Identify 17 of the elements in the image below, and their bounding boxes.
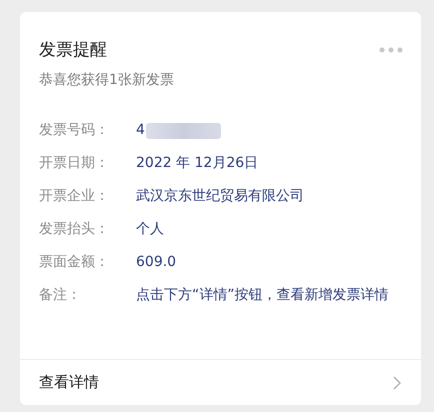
field-label: 备注： — [39, 286, 82, 305]
more-icon[interactable] — [379, 46, 403, 52]
field-value: 点击下方“详情”按钮，查看新增发票详情 — [136, 286, 389, 305]
card-subtitle: 恭喜您获得1张新发票 — [38, 71, 175, 89]
field-label: 发票号码： — [39, 121, 110, 140]
field-value: 武汉京东世纪贸易有限公司 — [136, 187, 304, 206]
field-label: 票面金额： — [39, 253, 110, 272]
field-label: 开票企业： — [39, 187, 110, 206]
chevron-right-icon — [393, 376, 401, 390]
details-link[interactable]: 查看详情 — [20, 359, 421, 405]
field-value: 4 — [136, 121, 145, 140]
field-label: 开票日期： — [39, 154, 110, 173]
field-label: 发票抬头： — [39, 220, 110, 239]
field-value: 个人 — [136, 220, 164, 239]
field-value: 2022 年 12月26日 — [136, 154, 258, 173]
field-value: 609.0 — [136, 253, 176, 272]
card-title: 发票提醒 — [39, 39, 107, 61]
